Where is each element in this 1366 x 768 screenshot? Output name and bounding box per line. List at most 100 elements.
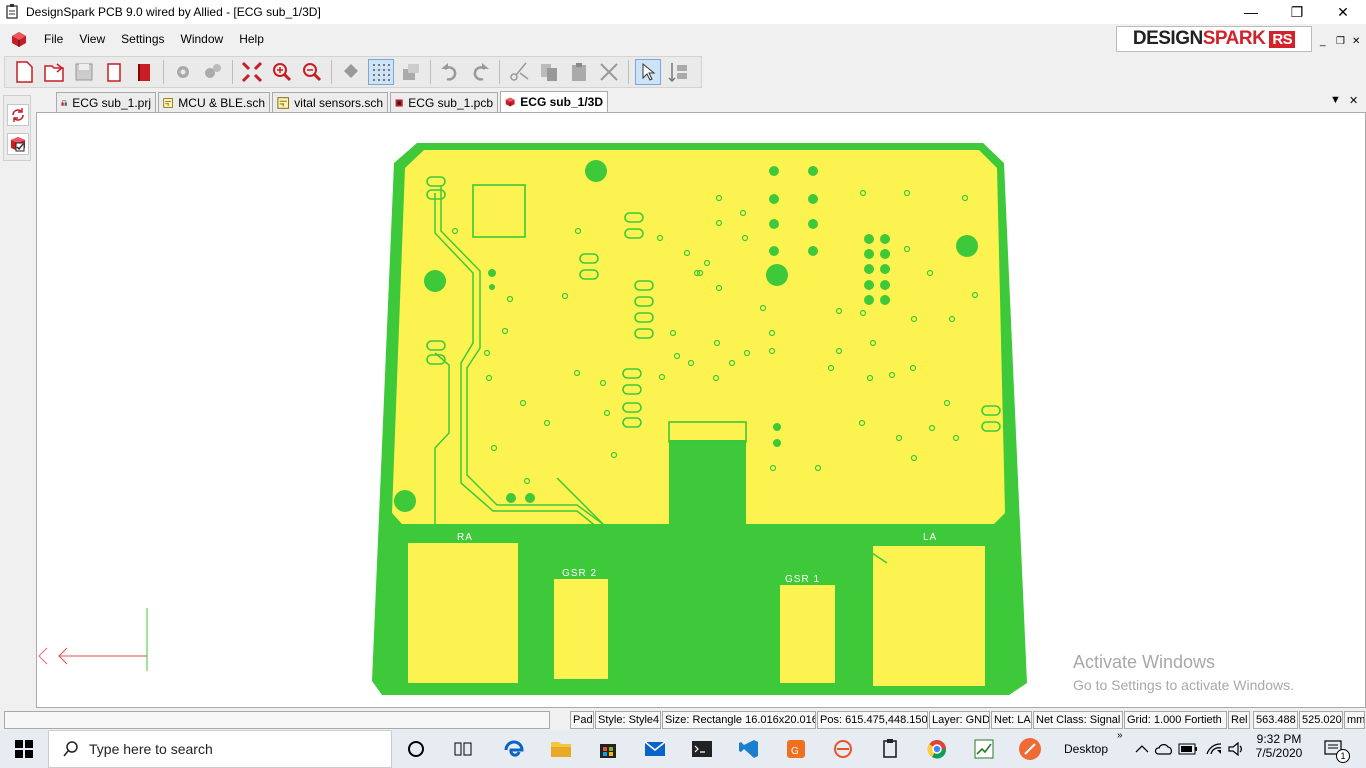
activate-windows-subtitle: Go to Settings to activate Windows. — [1073, 677, 1294, 693]
pad-gsr2 — [554, 579, 608, 679]
store-icon[interactable] — [594, 735, 622, 763]
design-rules-icon[interactable] — [200, 59, 226, 85]
tab-mcu-ble-sch[interactable]: MCU & BLE.sch — [158, 92, 270, 112]
layer-icon[interactable] — [398, 59, 424, 85]
open-file-icon[interactable] — [41, 59, 67, 85]
grid-icon[interactable] — [368, 59, 394, 85]
schematic-icon — [277, 96, 289, 109]
pcb-icon — [395, 98, 403, 107]
settings-gear-icon[interactable] — [170, 59, 196, 85]
tray-clock[interactable]: 9:32 PM 7/5/2020 — [1250, 732, 1308, 760]
3d-viewport[interactable]: RA GSR 2 GSR 1 LA — [36, 112, 1366, 708]
file-explorer-icon[interactable] — [547, 735, 575, 763]
edge-browser-icon[interactable] — [500, 735, 528, 763]
chart-app-icon[interactable] — [970, 735, 998, 763]
windows-taskbar: Type here to search G Desktop » 9:32 PM … — [0, 730, 1366, 768]
zoom-in-icon[interactable] — [269, 59, 295, 85]
pad-label-ra: RA — [457, 532, 473, 543]
status-item: Pad — [570, 711, 594, 729]
library-book-icon[interactable] — [131, 59, 157, 85]
mdi-close-button[interactable]: ✕ — [1352, 36, 1360, 47]
status-grid[interactable]: Grid: 1.000 Fortieth — [1124, 711, 1227, 729]
search-icon — [63, 741, 78, 757]
axis-indicator — [38, 608, 148, 671]
restore-button[interactable]: ❐ — [1274, 0, 1320, 24]
status-position: Pos: 615.475,448.150 — [817, 711, 928, 729]
designspark-taskbar-icon[interactable] — [876, 735, 904, 763]
tab-ecg-pcb[interactable]: ECG sub_1.pcb — [390, 92, 498, 112]
select-pointer-icon[interactable] — [635, 59, 661, 85]
windows-start-icon[interactable] — [10, 735, 38, 763]
paste-icon[interactable] — [566, 59, 592, 85]
pad-label-la: LA — [923, 532, 937, 543]
zoom-out-icon[interactable] — [299, 59, 325, 85]
restore-icon: ❐ — [1290, 3, 1304, 20]
pdf-app-icon[interactable]: G — [782, 735, 810, 763]
3d-cube-icon — [505, 97, 515, 107]
volume-icon[interactable] — [1223, 735, 1251, 763]
menu-window[interactable]: Window — [173, 24, 232, 54]
menu-file[interactable]: File — [36, 24, 71, 54]
notification-count-badge: 1 — [1336, 749, 1350, 763]
taskbar-search-box[interactable]: Type here to search — [48, 730, 392, 768]
toolbar-separator — [430, 60, 431, 84]
tab-label: ECG sub_1.pcb — [408, 95, 493, 110]
command-prompt-icon[interactable] — [688, 735, 716, 763]
pad-gsr1 — [780, 585, 835, 683]
desktop-toolbar-label[interactable]: Desktop — [1064, 730, 1108, 768]
menu-help[interactable]: Help — [231, 24, 272, 54]
toolbar-separator — [163, 60, 164, 84]
status-units[interactable]: mm — [1344, 711, 1365, 729]
app-icon — [6, 4, 18, 19]
save-icon[interactable] — [71, 59, 97, 85]
status-net-class: Net Class: Signal — [1033, 711, 1123, 729]
mdi-minimize-button[interactable]: _ — [1320, 36, 1326, 47]
status-bar: Pad Style: Style4 Size: Rectangle 16.016… — [0, 709, 1366, 730]
3d-view-settings-icon[interactable] — [7, 133, 29, 155]
close-tab-button[interactable]: ✕ — [1349, 94, 1358, 107]
tab-vital-sensors-sch[interactable]: vital sensors.sch — [272, 92, 388, 112]
zoom-fit-icon[interactable] — [239, 59, 265, 85]
vscode-icon[interactable] — [735, 735, 763, 763]
tab-ecg-prj[interactable]: ECG sub_1.prj — [56, 92, 156, 112]
mail-icon[interactable] — [641, 735, 669, 763]
fill-bucket-icon[interactable] — [338, 59, 364, 85]
tab-list-dropdown[interactable]: ▼ — [1330, 94, 1341, 106]
cut-icon[interactable] — [506, 59, 532, 85]
document-cube-icon[interactable] — [10, 30, 28, 48]
toolbar-separator — [232, 60, 233, 84]
minimize-button[interactable]: — — [1228, 0, 1274, 24]
status-style: Style: Style4 — [595, 711, 661, 729]
refresh-icon[interactable] — [7, 104, 29, 126]
new-file-icon[interactable] — [11, 59, 37, 85]
delete-icon[interactable] — [596, 59, 622, 85]
pad-la — [873, 546, 985, 686]
desktop-toolbar-chevron[interactable]: » — [1117, 730, 1123, 741]
left-toolbar — [3, 95, 31, 161]
battery-icon[interactable] — [1174, 735, 1202, 763]
close-button[interactable]: ✕ — [1320, 0, 1366, 24]
status-size: Size: Rectangle 16.016x20.016 — [662, 711, 816, 729]
properties-icon[interactable] — [665, 59, 691, 85]
task-view-icon[interactable] — [449, 735, 477, 763]
pcb-3d-render[interactable]: RA GSR 2 GSR 1 LA — [37, 113, 1365, 707]
cortana-icon[interactable] — [402, 735, 430, 763]
undo-icon[interactable] — [437, 59, 463, 85]
save-all-icon[interactable] — [101, 59, 127, 85]
copy-icon[interactable] — [536, 59, 562, 85]
status-net: Net: LA — [991, 711, 1032, 729]
mdi-restore-button[interactable]: ❐ — [1336, 36, 1345, 47]
chrome-icon[interactable] — [923, 735, 951, 763]
toolbar-separator — [331, 60, 332, 84]
status-rel[interactable]: Rel — [1228, 711, 1250, 729]
notification-center-icon[interactable]: 1 — [1320, 735, 1350, 763]
sketch-app-icon[interactable] — [1016, 735, 1044, 763]
tab-label: MCU & BLE.sch — [178, 95, 265, 110]
redo-icon[interactable] — [467, 59, 493, 85]
tab-ecg-3d[interactable]: ECG sub_1/3D — [500, 91, 608, 112]
snip-tool-icon[interactable] — [829, 735, 857, 763]
menu-settings[interactable]: Settings — [113, 24, 172, 54]
search-placeholder: Type here to search — [89, 741, 213, 757]
toolbar-separator — [499, 60, 500, 84]
menu-view[interactable]: View — [71, 24, 113, 54]
